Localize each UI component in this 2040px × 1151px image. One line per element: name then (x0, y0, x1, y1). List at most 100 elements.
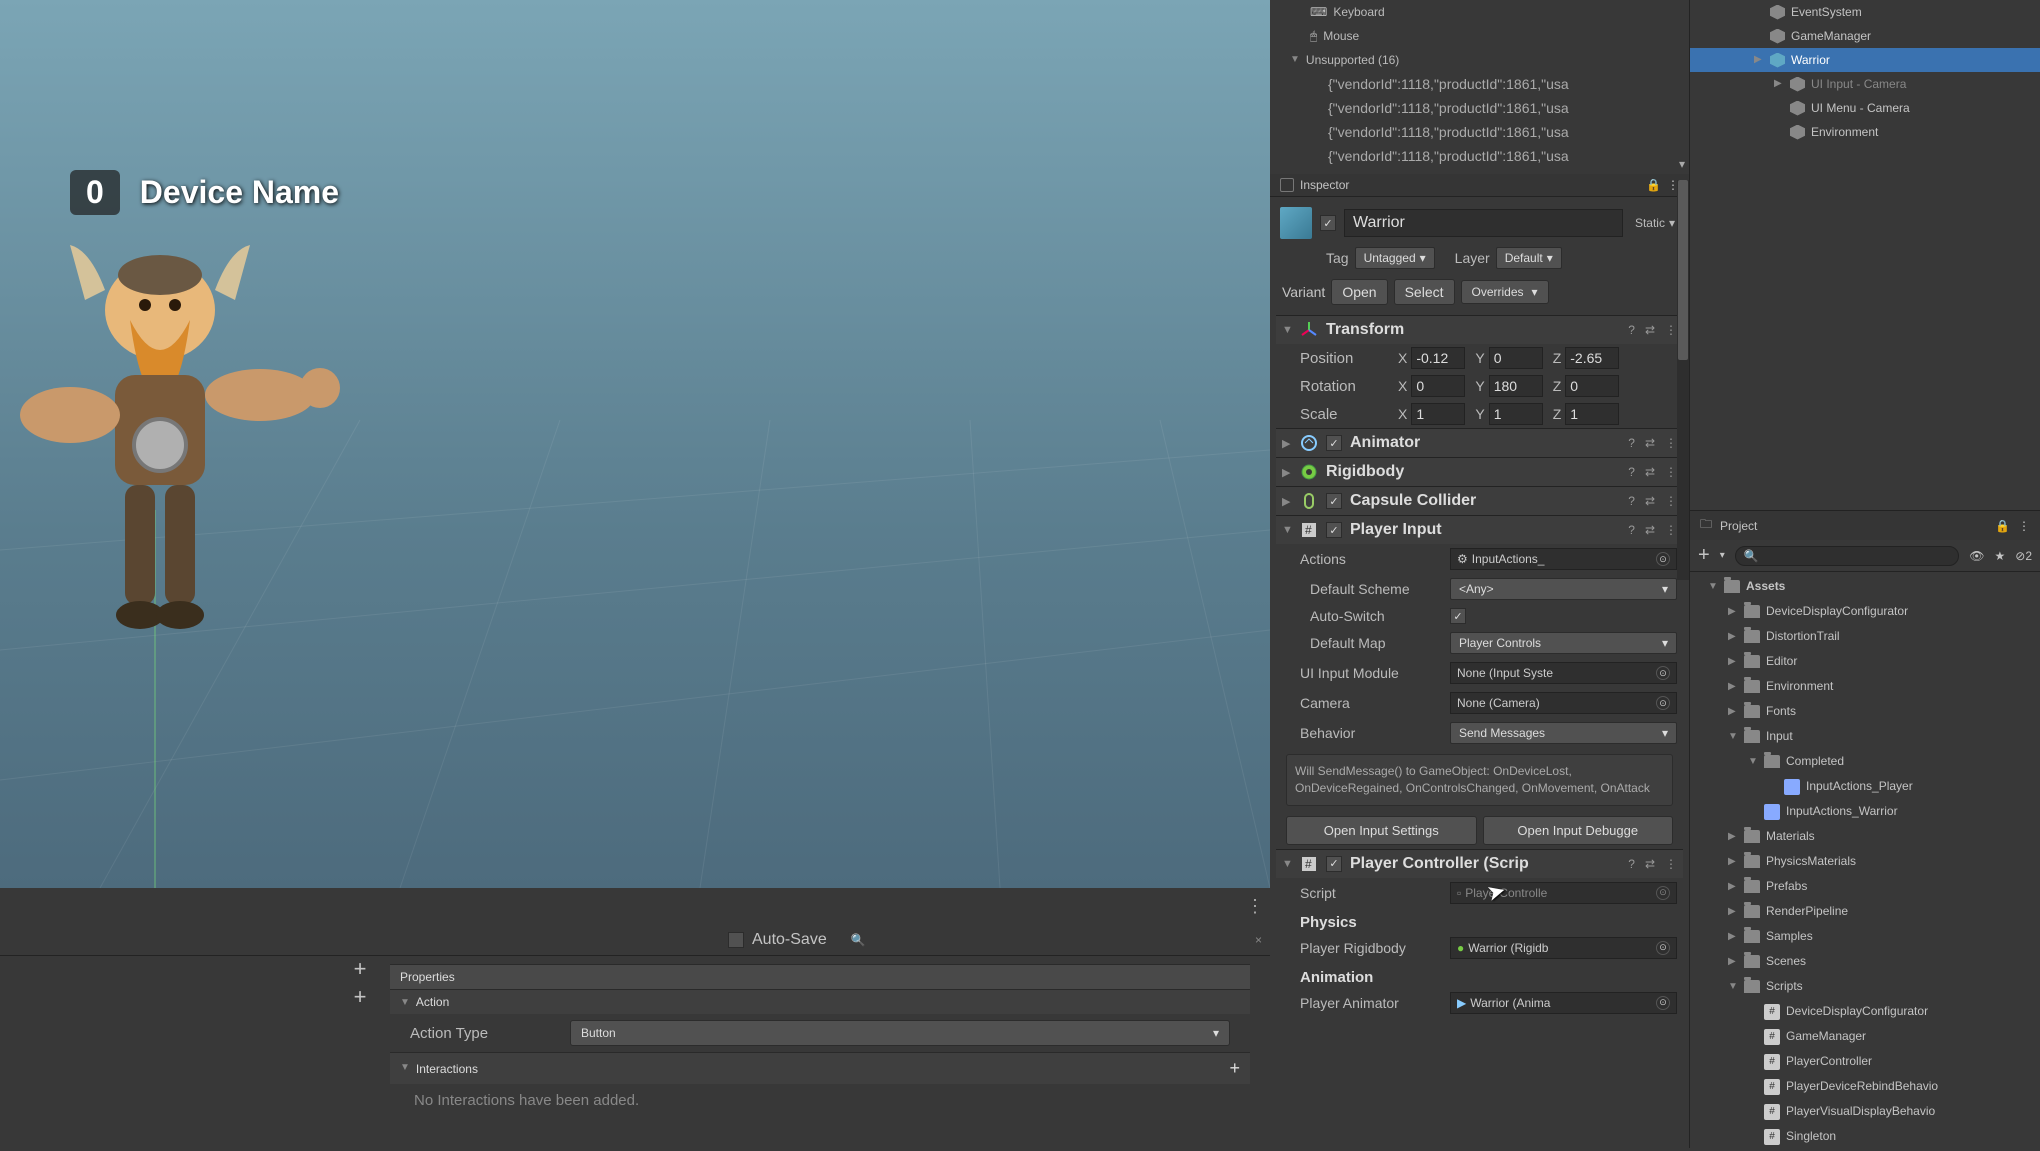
rot-y[interactable] (1489, 375, 1543, 397)
rot-x[interactable] (1411, 375, 1465, 397)
add-button-2[interactable]: + (348, 986, 372, 1010)
lock-icon[interactable]: 🔒 (1995, 519, 2010, 533)
inspector-scrollbar[interactable] (1677, 180, 1689, 580)
project-item[interactable]: ▶DeviceDisplayConfigurator (1690, 599, 2040, 624)
lock-icon[interactable]: 🔒 (1646, 178, 1661, 192)
close-icon[interactable]: × (1255, 933, 1262, 947)
scene-viewport[interactable]: 0 Device Name (0, 0, 1270, 888)
scale-z[interactable] (1565, 403, 1619, 425)
project-item[interactable]: InputActions_Player (1690, 774, 2040, 799)
project-tab[interactable]: 🗀 Project 🔒 ⋮ (1690, 510, 2040, 540)
open-button[interactable]: Open (1331, 279, 1387, 305)
pa-field[interactable]: ▶Warrior (Anima⊙ (1450, 992, 1677, 1014)
actions-field[interactable]: ⚙InputActions_⊙ (1450, 548, 1677, 570)
player-controller-header[interactable]: ▼#✓Player Controller (Scrip?⇄⋮ (1276, 850, 1683, 878)
project-item[interactable]: ▼Input (1690, 724, 2040, 749)
project-item[interactable]: ▶Prefabs (1690, 874, 2040, 899)
autoswitch-checkbox[interactable]: ✓ (1450, 608, 1466, 624)
device-mouse[interactable]: 🖱Mouse (1300, 24, 1689, 48)
hierarchy-item[interactable]: GameManager (1690, 24, 2040, 48)
project-item[interactable]: #PlayerDeviceRebindBehavio (1690, 1074, 2040, 1099)
pos-y[interactable] (1489, 347, 1543, 369)
rigidbody-header[interactable]: ▶Rigidbody?⇄⋮ (1276, 458, 1683, 486)
project-item[interactable]: ▶Scenes (1690, 949, 2040, 974)
project-item[interactable]: ▶Samples (1690, 924, 2040, 949)
project-item[interactable]: #PlayerController (1690, 1049, 2040, 1074)
tag-dropdown[interactable]: Untagged▾ (1355, 247, 1435, 269)
hierarchy-item[interactable]: UI Menu - Camera (1690, 96, 2040, 120)
select-button[interactable]: Select (1394, 279, 1455, 305)
action-type-dropdown[interactable]: Button▾ (570, 1020, 1230, 1046)
project-item[interactable]: ▶Editor (1690, 649, 2040, 674)
device-keyboard[interactable]: ⌨Keyboard (1300, 0, 1689, 24)
project-item[interactable]: #GameManager (1690, 1024, 2040, 1049)
filter-icon[interactable]: 👁 (1969, 549, 1984, 563)
project-item[interactable]: InputActions_Warrior (1690, 799, 2040, 824)
overrides-dropdown[interactable]: Overrides▾ (1461, 280, 1549, 304)
capsule-header[interactable]: ▶✓Capsule Collider?⇄⋮ (1276, 487, 1683, 515)
transform-header[interactable]: ▼ Transform ?⇄⋮ (1276, 316, 1683, 344)
project-item[interactable]: ▼Scripts (1690, 974, 2040, 999)
capsule-enabled[interactable]: ✓ (1326, 493, 1342, 509)
hierarchy-item[interactable]: Environment (1690, 120, 2040, 144)
add-interaction-icon[interactable]: + (1229, 1058, 1240, 1079)
project-item[interactable]: ▶DistortionTrail (1690, 624, 2040, 649)
inspector-tab[interactable]: Inspector 🔒 ⋮ (1270, 174, 1689, 197)
project-item[interactable]: ▶Materials (1690, 824, 2040, 849)
object-name-input[interactable] (1344, 209, 1623, 237)
menu-icon[interactable]: ⋮ (2018, 519, 2030, 533)
static-toggle[interactable]: Static▾ (1631, 216, 1679, 230)
device-unsupported[interactable]: ▼Unsupported (16) (1280, 48, 1689, 72)
rot-z[interactable] (1565, 375, 1619, 397)
preset-icon[interactable]: ⇄ (1645, 323, 1655, 337)
action-section[interactable]: ▼Action (390, 989, 1250, 1014)
scale-y[interactable] (1489, 403, 1543, 425)
layer-dropdown[interactable]: Default▾ (1496, 247, 1562, 269)
project-search[interactable] (1735, 546, 1960, 566)
favorite-icon[interactable]: ★ (1995, 549, 2006, 563)
project-item[interactable]: #DeviceDisplayConfigurator (1690, 999, 2040, 1024)
pos-x[interactable] (1411, 347, 1465, 369)
hierarchy-item[interactable]: ▶UI Input - Camera (1690, 72, 2040, 96)
player-input-header[interactable]: ▼#✓Player Input?⇄⋮ (1276, 516, 1683, 544)
camera-field[interactable]: None (Camera)⊙ (1450, 692, 1677, 714)
hidden-icon[interactable]: ⊘2 (2015, 549, 2032, 563)
project-item[interactable]: ▶Environment (1690, 674, 2040, 699)
search-icon[interactable]: 🔍 (851, 933, 866, 947)
auto-save-checkbox[interactable] (728, 932, 744, 948)
animator-enabled[interactable]: ✓ (1326, 435, 1342, 451)
panel-menu-icon[interactable]: ⋮ (1246, 896, 1264, 917)
add-button-1[interactable]: + (348, 958, 372, 982)
project-item[interactable]: ▶PhysicsMaterials (1690, 849, 2040, 874)
assets-folder[interactable]: ▼Assets (1690, 574, 2040, 599)
hierarchy-item[interactable]: ▶Warrior (1690, 48, 2040, 72)
behavior-label: Behavior (1300, 725, 1440, 741)
scheme-dropdown[interactable]: <Any>▾ (1450, 578, 1677, 600)
menu-icon[interactable]: ⋮ (1665, 323, 1677, 337)
add-asset-button[interactable]: + (1698, 544, 1710, 567)
open-input-settings-button[interactable]: Open Input Settings (1286, 816, 1477, 845)
pos-z[interactable] (1565, 347, 1619, 369)
project-item[interactable]: #PlayerVisualDisplayBehavio (1690, 1099, 2040, 1124)
open-input-debugger-button[interactable]: Open Input Debugge (1483, 816, 1674, 845)
scale-x[interactable] (1411, 403, 1465, 425)
project-item[interactable]: ▼Completed (1690, 749, 2040, 774)
pr-field[interactable]: ●Warrior (Rigidb⊙ (1450, 937, 1677, 959)
map-dropdown[interactable]: Player Controls▾ (1450, 632, 1677, 654)
device-entry[interactable]: {"vendorId":1118,"productId":1861,"usa (1300, 96, 1689, 120)
project-item[interactable]: ▶Fonts (1690, 699, 2040, 724)
animator-header[interactable]: ▶✓Animator?⇄⋮ (1276, 429, 1683, 457)
help-icon[interactable]: ? (1628, 323, 1635, 337)
uimodule-field[interactable]: None (Input Syste⊙ (1450, 662, 1677, 684)
device-entry[interactable]: {"vendorId":1118,"productId":1861,"usa (1300, 144, 1689, 168)
device-entry[interactable]: {"vendorId":1118,"productId":1861,"usa (1300, 72, 1689, 96)
interactions-section[interactable]: ▼Interactions + (390, 1052, 1250, 1084)
active-checkbox[interactable]: ✓ (1320, 215, 1336, 231)
pc-enabled[interactable]: ✓ (1326, 856, 1342, 872)
project-item[interactable]: ▶RenderPipeline (1690, 899, 2040, 924)
hierarchy-item[interactable]: EventSystem (1690, 0, 2040, 24)
project-item[interactable]: #Singleton (1690, 1124, 2040, 1149)
behavior-dropdown[interactable]: Send Messages▾ (1450, 722, 1677, 744)
player-input-enabled[interactable]: ✓ (1326, 522, 1342, 538)
device-entry[interactable]: {"vendorId":1118,"productId":1861,"usa (1300, 120, 1689, 144)
